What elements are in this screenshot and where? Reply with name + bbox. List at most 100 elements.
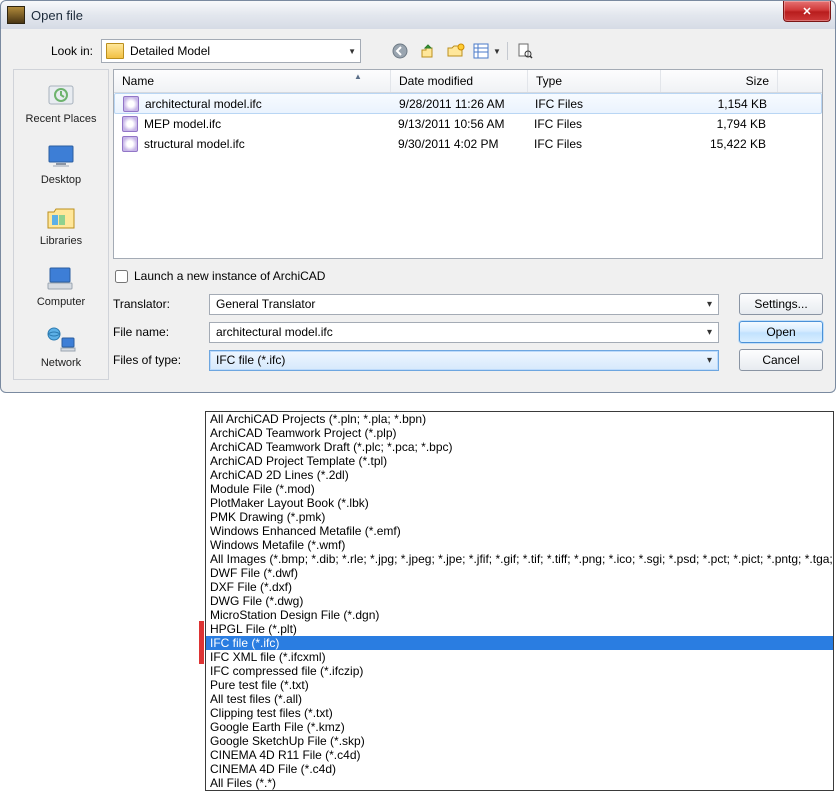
filetype-option[interactable]: ArchiCAD Teamwork Project (*.plp) [206,426,833,440]
file-icon [122,116,138,132]
filetype-option[interactable]: ArchiCAD Project Template (*.tpl) [206,454,833,468]
separator [507,42,508,60]
filetype-option[interactable]: PMK Drawing (*.pmk) [206,510,833,524]
filetype-option[interactable]: MicroStation Design File (*.dgn) [206,608,833,622]
file-date: 9/28/2011 11:26 AM [391,97,527,111]
lookin-row: Look in: Detailed Model ▼ ▼ [13,39,823,63]
open-button[interactable]: Open [739,321,823,343]
filetype-option[interactable]: Pure test file (*.txt) [206,678,833,692]
place-label: Desktop [41,174,81,186]
recent-icon [44,80,78,110]
filetype-dropdown[interactable]: All ArchiCAD Projects (*.pln; *.pla; *.b… [205,411,834,791]
file-row[interactable]: architectural model.ifc 9/28/2011 11:26 A… [114,93,822,114]
up-one-level-button[interactable] [417,41,439,61]
filetype-option[interactable]: ArchiCAD Teamwork Draft (*.plc; *.pca; *… [206,440,833,454]
lookin-label: Look in: [13,44,93,58]
translator-combo[interactable]: General Translator [209,294,719,315]
places-bar: Recent Places Desktop Libraries [13,69,109,380]
dialog-body: Look in: Detailed Model ▼ ▼ [0,29,836,393]
new-folder-button[interactable] [445,41,467,61]
file-size: 15,422 KB [658,137,774,151]
filetype-option[interactable]: Module File (*.mod) [206,482,833,496]
new-instance-checkbox[interactable] [115,270,128,283]
window-title: Open file [31,8,83,23]
column-header-size[interactable]: Size [661,70,778,92]
file-type: IFC Files [527,97,659,111]
filename-label: File name: [113,325,201,339]
preview-button[interactable] [514,41,536,61]
file-row[interactable]: structural model.ifc9/30/2011 4:02 PMIFC… [114,134,822,154]
file-date: 9/13/2011 10:56 AM [390,117,526,131]
folder-icon [106,43,124,59]
new-folder-icon [447,43,465,59]
chevron-down-icon: ▼ [348,47,356,56]
file-date: 9/30/2011 4:02 PM [390,137,526,151]
filetype-option[interactable]: All test files (*.all) [206,692,833,706]
cancel-button[interactable]: Cancel [739,349,823,371]
checkbox-label: Launch a new instance of ArchiCAD [134,269,325,283]
filetype-option[interactable]: PlotMaker Layout Book (*.lbk) [206,496,833,510]
column-header-name[interactable]: Name [114,70,391,92]
place-computer[interactable]: Computer [14,263,108,308]
place-desktop[interactable]: Desktop [14,141,108,186]
column-headers: Name Date modified Type Size [114,70,822,93]
lookin-value: Detailed Model [130,44,210,58]
views-icon [473,43,489,59]
filetype-row: Files of type: IFC file (*.ifc) Cancel [113,349,823,371]
filetype-option[interactable]: All Files (*.*) [206,776,833,790]
filetype-option[interactable]: Clipping test files (*.txt) [206,706,833,720]
filetype-option[interactable]: IFC XML file (*.ifcxml) [206,650,833,664]
filetype-option[interactable]: All Images (*.bmp; *.dib; *.rle; *.jpg; … [206,552,833,566]
place-network[interactable]: Network [14,324,108,369]
file-type: IFC Files [526,117,658,131]
titlebar: Open file ✕ [0,0,836,29]
views-menu-button[interactable]: ▼ [473,41,501,61]
filetype-option[interactable]: ArchiCAD 2D Lines (*.2dl) [206,468,833,482]
place-label: Computer [37,296,85,308]
filetype-option[interactable]: DXF File (*.dxf) [206,580,833,594]
file-size: 1,154 KB [659,97,775,111]
sort-indicator-icon: ▲ [354,72,362,81]
filetype-option[interactable]: IFC file (*.ifc) [206,636,833,650]
filetype-option[interactable]: Windows Metafile (*.wmf) [206,538,833,552]
network-icon [44,324,78,354]
file-type: IFC Files [526,137,658,151]
back-icon [392,43,408,59]
filetype-option[interactable]: Windows Enhanced Metafile (*.emf) [206,524,833,538]
main-area: Recent Places Desktop Libraries [13,69,823,380]
filetype-option[interactable]: Google Earth File (*.kmz) [206,720,833,734]
filetype-option[interactable]: DWF File (*.dwf) [206,566,833,580]
file-list[interactable]: Name Date modified Type Size ▲ architect… [113,69,823,259]
filetype-combo[interactable]: IFC file (*.ifc) [209,350,719,371]
file-row[interactable]: MEP model.ifc 9/13/2011 10:56 AMIFC Files… [114,114,822,134]
filetype-option[interactable]: DWG File (*.dwg) [206,594,833,608]
file-name: MEP model.ifc [144,117,221,131]
file-icon [123,96,139,112]
right-column: Name Date modified Type Size ▲ architect… [113,69,823,380]
annotation-marker [199,621,204,664]
filename-input[interactable]: architectural model.ifc [209,322,719,343]
back-button[interactable] [389,41,411,61]
filetype-label: Files of type: [113,353,201,367]
file-name: architectural model.ifc [145,97,262,111]
column-header-type[interactable]: Type [528,70,661,92]
settings-button[interactable]: Settings... [739,293,823,315]
lookin-combo[interactable]: Detailed Model ▼ [101,39,361,63]
place-recent[interactable]: Recent Places [14,80,108,125]
preview-icon [517,43,533,59]
app-icon [7,6,25,24]
filename-row: File name: architectural model.ifc Open [113,321,823,343]
open-file-dialog: Open file ✕ Look in: Detailed Model ▼ [0,0,836,393]
column-header-date[interactable]: Date modified [391,70,528,92]
file-icon [122,136,138,152]
filetype-option[interactable]: Google SketchUp File (*.skp) [206,734,833,748]
filetype-option[interactable]: IFC compressed file (*.ifczip) [206,664,833,678]
file-size: 1,794 KB [658,117,774,131]
filetype-option[interactable]: All ArchiCAD Projects (*.pln; *.pla; *.b… [206,412,833,426]
close-button[interactable]: ✕ [783,1,831,22]
filetype-option[interactable]: CINEMA 4D File (*.c4d) [206,762,833,776]
up-icon [420,43,436,59]
filetype-option[interactable]: HPGL File (*.plt) [206,622,833,636]
libraries-icon [44,202,78,232]
place-libraries[interactable]: Libraries [14,202,108,247]
